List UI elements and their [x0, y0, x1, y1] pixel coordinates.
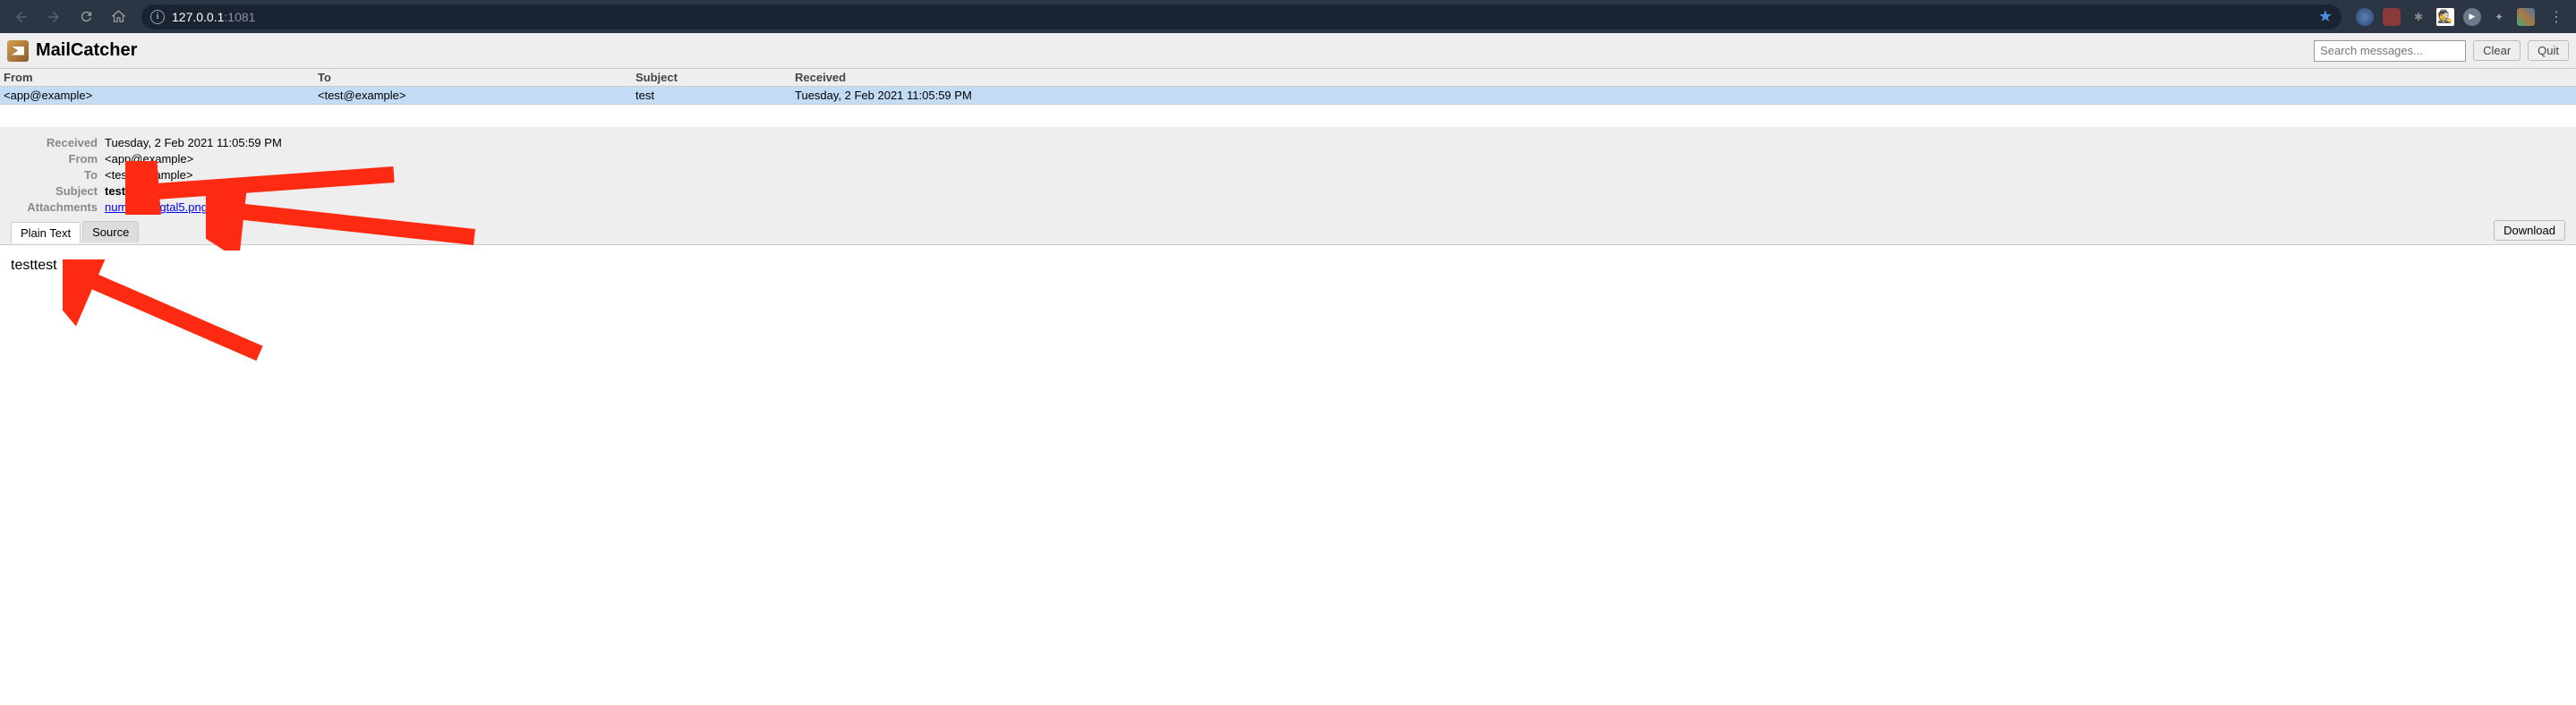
mailcatcher-logo-icon	[7, 40, 29, 62]
column-header-received[interactable]: Received	[795, 71, 2576, 84]
bookmark-star-icon[interactable]: ★	[2318, 7, 2333, 26]
cell-from: <app@example>	[0, 89, 318, 102]
address-bar[interactable]: i 127.0.0.1:1081 ★	[141, 4, 2341, 30]
meta-label-from: From	[11, 152, 105, 166]
cell-received: Tuesday, 2 Feb 2021 11:05:59 PM	[795, 89, 2576, 102]
extension-icon[interactable]: ▶	[2463, 8, 2481, 26]
column-header-to[interactable]: To	[318, 71, 635, 84]
back-button[interactable]	[7, 4, 36, 30]
download-button[interactable]: Download	[2494, 220, 2565, 241]
meta-value-subject: test	[105, 184, 125, 198]
clear-button[interactable]: Clear	[2473, 40, 2521, 61]
attachment-link[interactable]: number_digtal5.png	[105, 200, 208, 214]
home-button[interactable]	[104, 4, 132, 30]
extension-icon[interactable]: ✱	[2410, 8, 2427, 26]
message-table-header: From To Subject Received	[0, 69, 2576, 87]
meta-value-received: Tuesday, 2 Feb 2021 11:05:59 PM	[105, 136, 282, 149]
extension-icons: ✱ 🕵️ ▶ ✦	[2350, 8, 2540, 26]
cell-subject: test	[635, 89, 795, 102]
extension-icon[interactable]: 🕵️	[2436, 8, 2454, 26]
meta-label-to: To	[11, 168, 105, 182]
browser-chrome: i 127.0.0.1:1081 ★ ✱ 🕵️ ▶ ✦ ⋮	[0, 0, 2576, 33]
extension-icon[interactable]	[2383, 8, 2401, 26]
message-tabs: Plain Text Source Download	[11, 219, 2565, 244]
meta-label-received: Received	[11, 136, 105, 149]
site-info-icon[interactable]: i	[150, 10, 165, 24]
app-header: MailCatcher Clear Quit	[0, 33, 2576, 69]
cell-to: <test@example>	[318, 89, 635, 102]
column-header-from[interactable]: From	[0, 71, 318, 84]
reload-button[interactable]	[72, 4, 100, 30]
browser-menu-button[interactable]: ⋮	[2544, 8, 2569, 26]
url-text: 127.0.0.1:1081	[172, 10, 255, 24]
meta-value-attachments: number_digtal5.png	[105, 200, 208, 214]
meta-label-attachments: Attachments	[11, 200, 105, 214]
extension-icon[interactable]	[2356, 8, 2374, 26]
search-input[interactable]	[2314, 40, 2466, 62]
tab-source[interactable]: Source	[82, 221, 139, 242]
tab-plain-text[interactable]: Plain Text	[11, 222, 81, 243]
meta-value-from: <app@example>	[105, 152, 193, 166]
message-metadata: Received Tuesday, 2 Feb 2021 11:05:59 PM…	[0, 127, 2576, 245]
quit-button[interactable]: Quit	[2528, 40, 2569, 61]
extensions-puzzle-icon[interactable]: ✦	[2490, 8, 2508, 26]
forward-button[interactable]	[39, 4, 68, 30]
message-row[interactable]: <app@example> <test@example> test Tuesda…	[0, 87, 2576, 105]
message-body: testtest	[0, 245, 2576, 286]
profile-avatar[interactable]	[2517, 8, 2535, 26]
column-header-subject[interactable]: Subject	[635, 71, 795, 84]
meta-value-to: <test@example>	[105, 168, 192, 182]
app-title: MailCatcher	[36, 40, 2307, 61]
meta-label-subject: Subject	[11, 184, 105, 198]
